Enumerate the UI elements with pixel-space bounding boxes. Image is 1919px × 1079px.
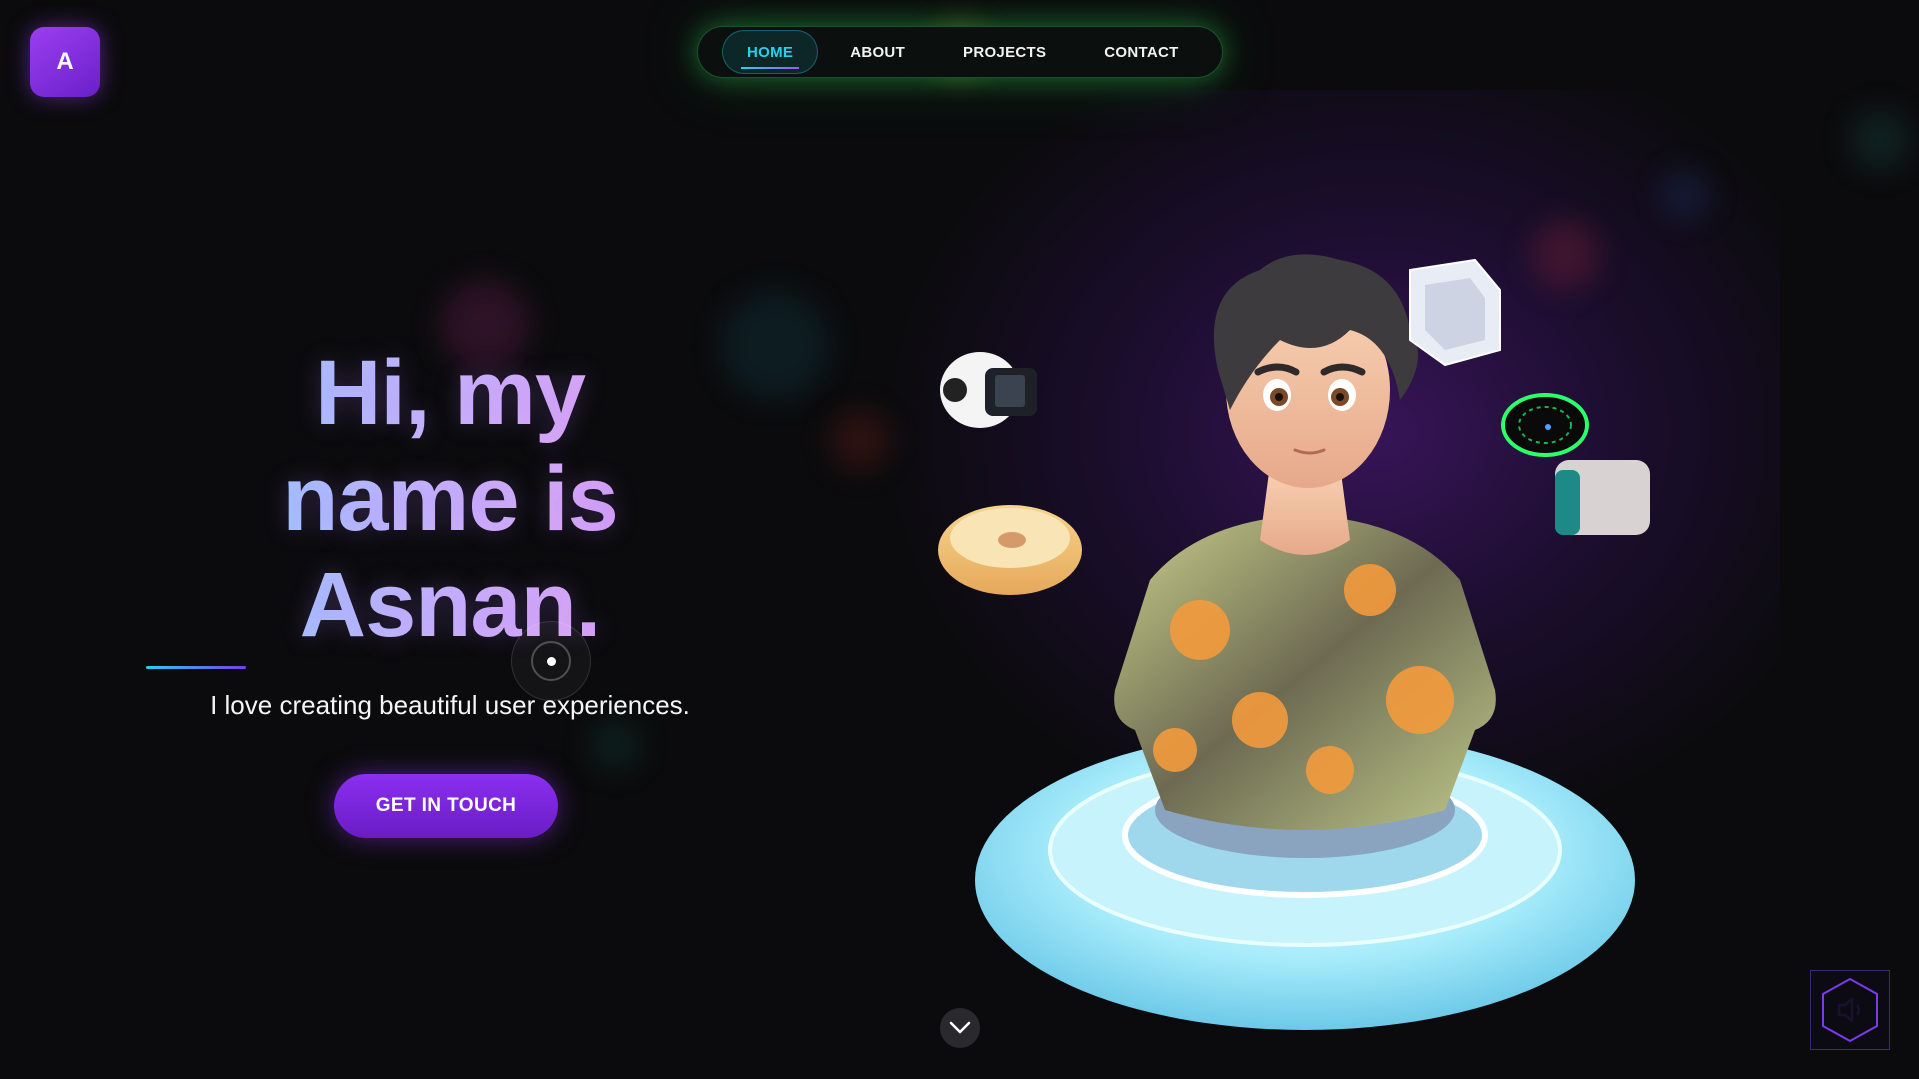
logo-letter: A — [56, 48, 74, 75]
accent-line — [146, 666, 246, 669]
cursor-inner-ring — [531, 641, 571, 681]
sound-toggle-button[interactable] — [1810, 970, 1890, 1050]
hero-title-line1: Hi, my — [150, 340, 750, 446]
cube-object — [1555, 460, 1650, 535]
hero-3d-scene — [938, 254, 1650, 1030]
scroll-down-button[interactable] — [940, 1008, 980, 1048]
nav-item-contact[interactable]: CONTACT — [1082, 30, 1200, 74]
hero-subtitle: I love creating beautiful user experienc… — [210, 690, 690, 720]
bokeh-light — [590, 720, 640, 770]
nav-item-about[interactable]: ABOUT — [828, 30, 927, 74]
speaker-muted-icon — [1822, 977, 1878, 1043]
cursor-dot — [546, 656, 556, 666]
nav-item-projects[interactable]: PROJECTS — [941, 30, 1068, 74]
gadget-ring-object — [1501, 393, 1589, 457]
bokeh-light — [1850, 110, 1910, 170]
hero-title-line2: name is — [150, 446, 750, 552]
nav-item-home[interactable]: HOME — [722, 30, 819, 74]
logo-button[interactable]: A — [30, 27, 100, 97]
hero-title-line3: Asnan. — [150, 552, 750, 658]
main-nav: HOME ABOUT PROJECTS CONTACT — [697, 26, 1223, 78]
ice-cube-object — [1409, 258, 1501, 367]
vr-headset-object — [940, 352, 1037, 428]
chevron-down-icon — [949, 1021, 971, 1034]
donut-object — [938, 505, 1082, 595]
bokeh-light — [830, 410, 890, 470]
get-in-touch-button[interactable]: GET IN TOUCH — [334, 774, 558, 838]
custom-cursor — [511, 621, 591, 701]
bokeh-light — [1660, 170, 1710, 220]
hero-section: Hi, my name is Asnan. — [150, 340, 750, 658]
portfolio-page: A HOME ABOUT PROJECTS CONTACT Hi, my nam… — [0, 0, 1919, 1079]
